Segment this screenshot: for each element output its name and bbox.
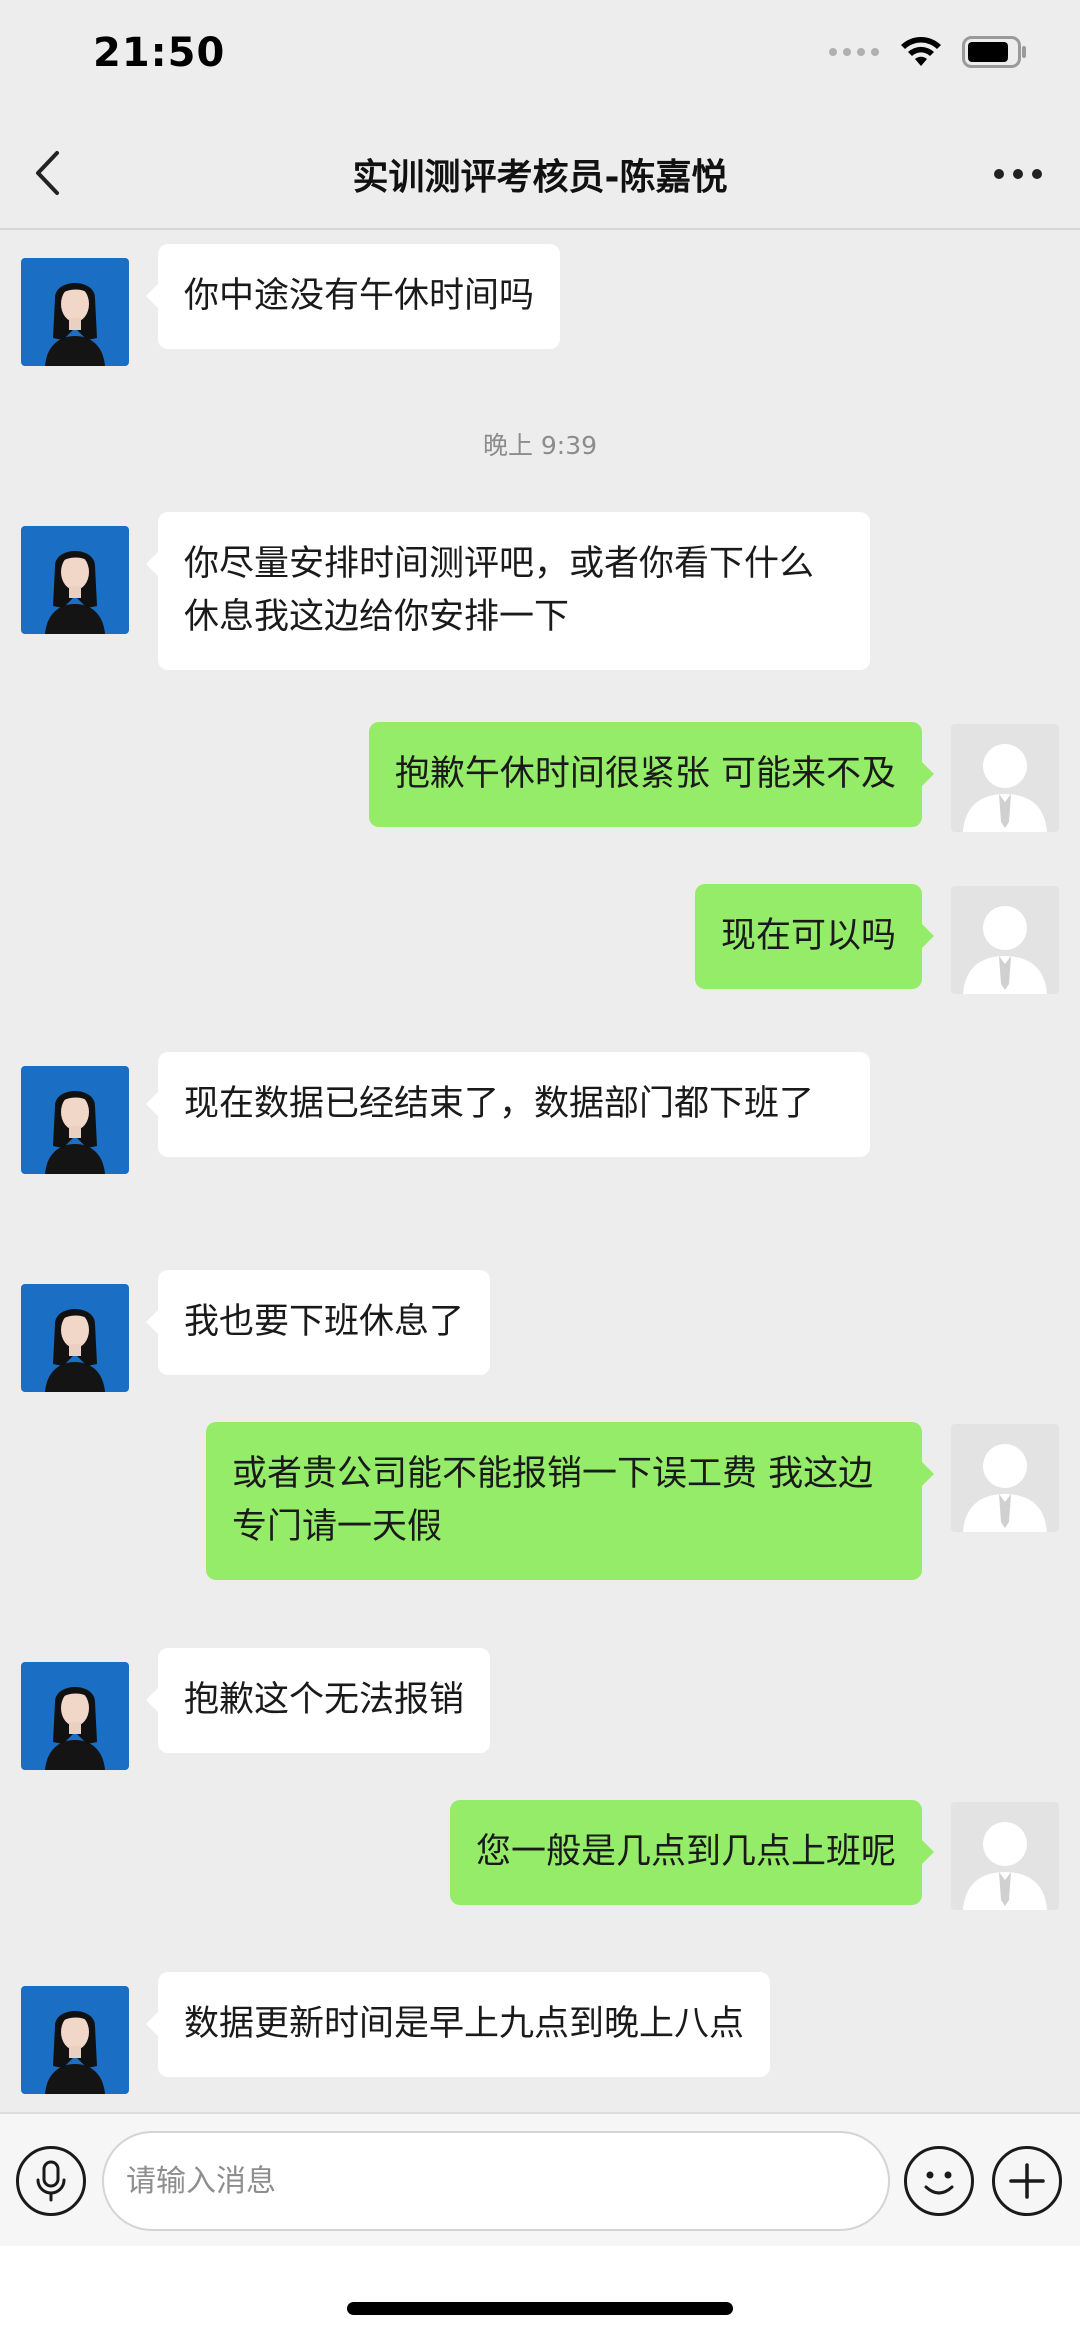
status-icons bbox=[828, 36, 1028, 68]
chat-message-list[interactable]: 你中途没有午休时间吗 晚上 9:39 你尽量安排时间测评吧，或者你看下什么休息我… bbox=[0, 232, 1080, 2112]
message-bubble[interactable]: 我也要下班休息了 bbox=[145, 1270, 491, 1375]
contact-avatar[interactable] bbox=[21, 1986, 129, 2094]
contact-avatar-image bbox=[21, 1986, 129, 2094]
contact-avatar[interactable] bbox=[21, 526, 129, 634]
message-bubble[interactable]: 抱歉午休时间很紧张 可能来不及 bbox=[368, 722, 935, 827]
contact-avatar[interactable] bbox=[21, 1066, 129, 1174]
message-bubble[interactable]: 或者贵公司能不能报销一下误工费 我这边专门请一天假 bbox=[206, 1422, 934, 1580]
user-avatar[interactable] bbox=[951, 1802, 1059, 1910]
message-bubble[interactable]: 你尽量安排时间测评吧，或者你看下什么休息我这边给你安排一下 bbox=[146, 512, 870, 670]
user-avatar-image bbox=[951, 724, 1059, 832]
user-avatar-image bbox=[951, 1424, 1059, 1532]
message-bubble[interactable]: 数据更新时间是早上九点到晚上八点 bbox=[145, 1972, 771, 2077]
contact-avatar[interactable] bbox=[21, 1284, 129, 1392]
more-functions-button[interactable] bbox=[992, 2146, 1062, 2216]
home-indicator[interactable] bbox=[347, 2302, 733, 2315]
message-bubble[interactable]: 抱歉这个无法报销 bbox=[145, 1648, 491, 1753]
plus-icon bbox=[1009, 2163, 1045, 2199]
voice-button[interactable] bbox=[16, 2146, 86, 2216]
home-area bbox=[0, 2246, 1080, 2337]
user-avatar-image bbox=[951, 1802, 1059, 1910]
more-icon bbox=[994, 169, 1042, 179]
signal-icon bbox=[829, 48, 879, 56]
emoji-icon bbox=[924, 2171, 954, 2195]
navigation-bar: 实训测评考核员-陈嘉悦 bbox=[0, 118, 1080, 230]
status-time: 21:50 bbox=[93, 30, 226, 76]
user-avatar[interactable] bbox=[951, 886, 1059, 994]
wifi-icon bbox=[901, 37, 941, 66]
message-bubble[interactable]: 现在可以吗 bbox=[694, 884, 935, 989]
contact-avatar-image bbox=[21, 258, 129, 366]
battery-icon bbox=[962, 36, 1026, 68]
contact-avatar-image bbox=[21, 1066, 129, 1174]
message-bubble[interactable]: 您一般是几点到几点上班呢 bbox=[449, 1800, 935, 1905]
contact-avatar-image bbox=[21, 1284, 129, 1392]
user-avatar-image bbox=[951, 886, 1059, 994]
contact-avatar[interactable] bbox=[21, 1662, 129, 1770]
message-input[interactable] bbox=[102, 2131, 890, 2231]
message-timestamp: 晚上 9:39 bbox=[482, 431, 598, 460]
contact-avatar[interactable] bbox=[21, 258, 129, 366]
status-bar: 21:50 bbox=[0, 0, 1080, 118]
contact-avatar-image bbox=[21, 1662, 129, 1770]
message-bubble[interactable]: 你中途没有午休时间吗 bbox=[145, 244, 561, 349]
voice-icon bbox=[36, 2160, 66, 2202]
more-button[interactable] bbox=[988, 154, 1048, 194]
user-avatar[interactable] bbox=[951, 724, 1059, 832]
contact-avatar-image bbox=[21, 526, 129, 634]
user-avatar[interactable] bbox=[951, 1424, 1059, 1532]
message-bubble[interactable]: 现在数据已经结束了，数据部门都下班了 bbox=[146, 1052, 870, 1157]
chat-title: 实训测评考核员-陈嘉悦 bbox=[352, 157, 728, 198]
emoji-button[interactable] bbox=[904, 2146, 974, 2216]
input-bar bbox=[0, 2112, 1080, 2246]
